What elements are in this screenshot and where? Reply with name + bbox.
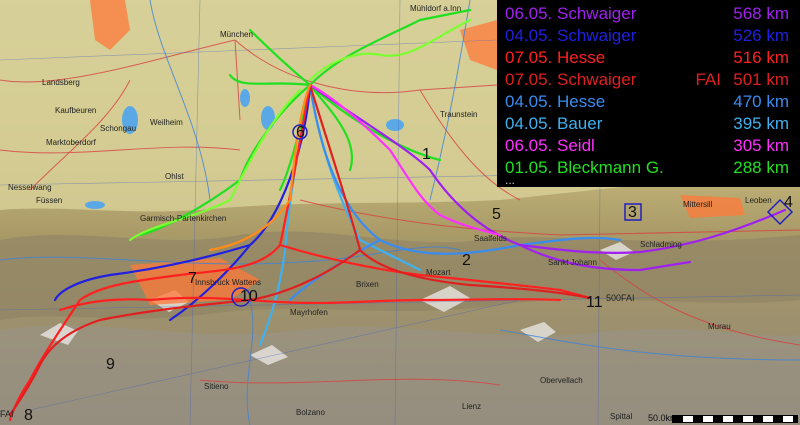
map-view[interactable]: München Mühldorf a.Inn Landsberg Kaufbeu… <box>0 0 800 425</box>
turnpoint-1: 1 <box>422 146 431 163</box>
label-500fai: 500FAI <box>606 293 635 303</box>
place-label-bolzano: Bolzano <box>296 408 325 417</box>
turnpoint-3: 3 <box>628 204 637 221</box>
turnpoint-2: 2 <box>462 252 471 269</box>
legend-row[interactable]: 06.05. Seidl 305 km <box>505 135 795 157</box>
legend-row[interactable]: 07.05. Schwaiger FAI 501 km <box>505 69 795 91</box>
legend-row[interactable]: 07.05. Hesse 516 km <box>505 47 795 69</box>
legend-entry-label: 06.05. Schwaiger <box>505 4 637 23</box>
legend-distance: 568 km <box>733 4 789 23</box>
place-label-garmisch: Garmisch-Partenkirchen <box>140 214 227 223</box>
legend-row[interactable]: 04.05. Bauer 395 km <box>505 113 795 135</box>
legend-row[interactable]: 01.05. Bleckmann G. 288 km <box>505 157 795 179</box>
place-label-stjohann: Sankt Johann <box>548 258 597 267</box>
legend-entry-label: 01.05. Bleckmann G. <box>505 158 664 177</box>
legend-distance: 395 km <box>733 114 789 133</box>
place-label-lienz: Lienz <box>462 402 482 411</box>
place-label-traunstein: Traunstein <box>440 110 478 119</box>
place-label-innsbruck: Innsbruck Wattens <box>195 278 261 287</box>
place-label-fuessen: Füssen <box>36 196 63 205</box>
legend-entry-label: 04.05. Schwaiger <box>505 26 637 45</box>
place-label-muehldorf: Mühldorf a.Inn <box>410 4 462 13</box>
legend-distance: 470 km <box>733 92 789 111</box>
legend-distance: 288 km <box>733 158 789 177</box>
place-label-saalfelden: Saalfelds <box>474 234 507 243</box>
turnpoint-7: 7 <box>188 270 197 287</box>
turnpoint-4: 4 <box>784 194 793 211</box>
legend-entry-label: 04.05. Hesse <box>505 92 606 111</box>
place-label-murau: Murau <box>708 322 731 331</box>
flight-legend: 06.05. Schwaiger 568 km 04.05. Schwaiger… <box>497 0 800 187</box>
place-label-kaufbeuren: Kaufbeuren <box>55 106 97 115</box>
scale-bar: 50.0km <box>648 412 800 425</box>
place-label-brixen: Brixen <box>356 280 379 289</box>
legend-distance: 501 km <box>733 70 789 89</box>
place-label-weilheim: Weilheim <box>150 118 183 127</box>
place-label-nesselwang: Nesselwang <box>8 183 52 192</box>
place-label-schladming: Schladming <box>640 240 682 249</box>
legend-distance: 305 km <box>733 136 789 155</box>
scale-bar-graphic <box>672 415 798 423</box>
legend-row[interactable]: 06.05. Schwaiger 568 km <box>505 3 795 25</box>
place-label-mittersill: Mittersill <box>683 200 713 209</box>
place-label-obervellach: Obervellach <box>540 376 583 385</box>
place-label-schongau: Schongau <box>100 124 137 133</box>
legend-row[interactable]: 04.05. Schwaiger 526 km <box>505 25 795 47</box>
legend-more-indicator[interactable]: ... <box>505 174 515 186</box>
legend-entry-label: 07.05. Hesse <box>505 48 606 67</box>
legend-row[interactable]: 04.05. Hesse 470 km <box>505 91 795 113</box>
turnpoint-8: 8 <box>24 407 33 424</box>
place-label-muenchen: München <box>220 30 253 39</box>
turnpoint-10: 10 <box>240 288 258 305</box>
place-label-spittal: Spittal <box>610 412 633 421</box>
place-label-leoben: Leoben <box>745 196 772 205</box>
turnpoint-9: 9 <box>106 356 115 373</box>
place-label-marktoberdorf: Marktoberdorf <box>46 138 96 147</box>
legend-distance: 516 km <box>733 48 789 67</box>
turnpoint-11: 11 <box>586 294 603 311</box>
label-fai-bottom-left: FAI <box>0 409 14 419</box>
place-label-landsberg: Landsberg <box>42 78 80 87</box>
legend-fai-tag: FAI <box>695 70 721 89</box>
legend-entry-label: 06.05. Seidl <box>505 136 595 155</box>
legend-distance: 526 km <box>733 26 789 45</box>
place-label-mozart: Mozart <box>426 268 451 277</box>
relief-band-2 <box>0 325 800 425</box>
place-label-sitieno: Sitieno <box>204 382 229 391</box>
turnpoint-6: 6 <box>296 124 305 141</box>
place-label-mayrhofen: Mayrhofen <box>290 308 328 317</box>
legend-entry-label: 07.05. Schwaiger <box>505 70 637 89</box>
turnpoint-5: 5 <box>492 206 501 223</box>
place-label-ohlstadt: Ohlst <box>165 172 184 181</box>
legend-entry-label: 04.05. Bauer <box>505 114 603 133</box>
